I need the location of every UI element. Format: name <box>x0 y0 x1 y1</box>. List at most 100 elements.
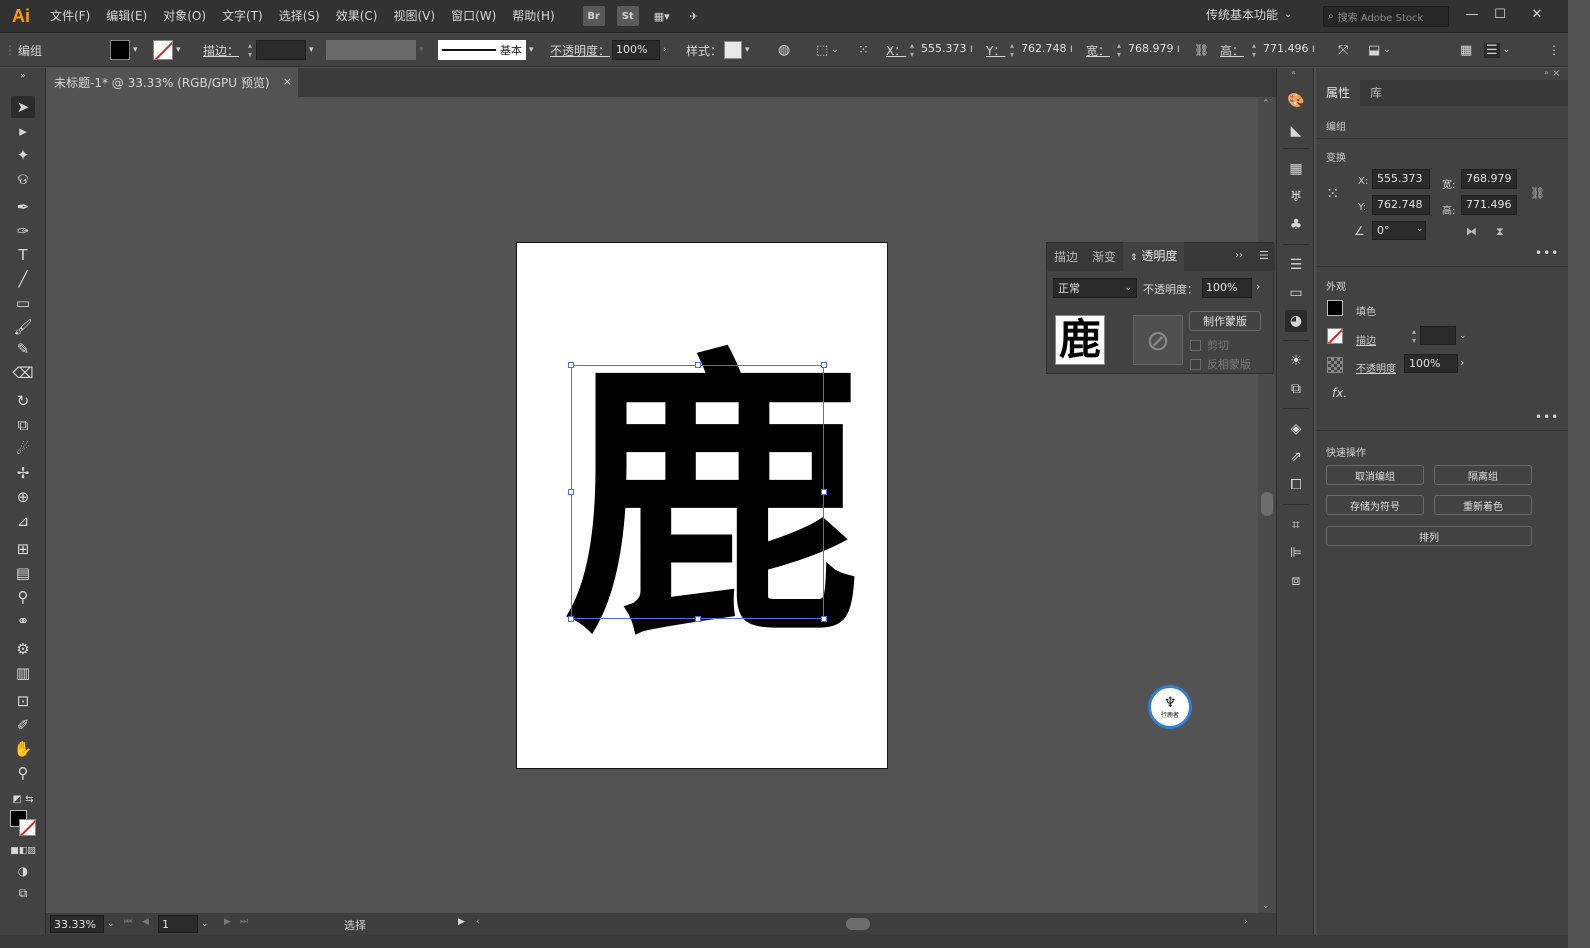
line-tool-icon[interactable]: ╱ <box>11 268 35 290</box>
column-graph-tool-icon[interactable]: ▥ <box>11 662 35 684</box>
zoom-tool-icon[interactable]: ⚲ <box>11 762 35 784</box>
fill-color-swatch[interactable]: ▾ <box>110 40 138 60</box>
fill-swatch[interactable] <box>1327 300 1343 316</box>
control-bar-grip-icon[interactable]: ⋮ <box>4 40 16 60</box>
maximize-button[interactable]: ☐ <box>1488 4 1512 24</box>
minimize-button[interactable]: — <box>1460 4 1484 24</box>
screen-mode-icon[interactable]: ⧉ <box>11 882 35 904</box>
menu-type[interactable]: 文字(T) <box>214 0 271 33</box>
transform-more-options-icon[interactable]: ••• <box>1535 246 1559 260</box>
curvature-tool-icon[interactable]: ✑ <box>11 220 35 242</box>
canvas-area[interactable]: 鹿 ♆ 行鹿者 <box>46 97 1258 913</box>
stroke-swatch[interactable] <box>1327 328 1343 344</box>
bridge-button[interactable]: Br <box>582 6 605 26</box>
constrain-width-height-icon[interactable]: ⛓ <box>1530 186 1545 200</box>
resize-handle-bottom-left[interactable] <box>568 616 574 622</box>
status-menu-icon[interactable]: ▶ <box>458 917 465 927</box>
resize-handle-top-left[interactable] <box>568 362 574 368</box>
symbols-panel-icon[interactable]: ♣ <box>1285 214 1307 236</box>
tab-gradient[interactable]: 渐变 <box>1085 243 1123 271</box>
stroke-label[interactable]: 描边： <box>203 40 239 60</box>
collapse-dock-icon[interactable]: « <box>1291 68 1296 77</box>
flip-vertical-icon[interactable]: ⧗ <box>1496 225 1504 239</box>
menu-effect[interactable]: 效果(C) <box>328 0 386 33</box>
panel-options-menu-icon[interactable]: ☰ <box>1259 249 1269 262</box>
w-input[interactable]: ▴ ▾ 768.979 I <box>1113 40 1180 60</box>
mesh-tool-icon[interactable]: ⊞ <box>11 538 35 560</box>
tab-libraries[interactable]: 库 <box>1360 80 1392 106</box>
transparency-panel-icon[interactable]: ◕ <box>1285 310 1307 332</box>
color-guide-icon[interactable]: ◣ <box>1285 120 1307 142</box>
recolor-artwork-icon[interactable]: ◍ <box>778 40 790 60</box>
layers-panel-icon[interactable]: ◈ <box>1285 418 1307 440</box>
invert-mask-checkbox[interactable]: 反相蒙版 <box>1190 356 1251 372</box>
resize-handle-bottom-right[interactable] <box>821 616 827 622</box>
isolate-icon[interactable]: ⬓ ⌄ <box>1368 40 1391 60</box>
scroll-left-icon[interactable]: ‹ <box>476 917 480 927</box>
paintbrush-tool-icon[interactable]: 🖌 <box>11 316 35 338</box>
y-input[interactable]: ▴ ▾ 762.748 I <box>1006 40 1073 60</box>
rectangle-tool-icon[interactable]: ▭ <box>11 292 35 314</box>
tp-opacity-input[interactable]: 100% <box>1202 278 1252 298</box>
slice-tool-icon[interactable]: ✐ <box>11 714 35 736</box>
appearance-panel-icon[interactable]: ☀ <box>1285 350 1307 372</box>
artboards-panel-icon[interactable]: ⧠ <box>1285 474 1307 496</box>
default-fill-stroke-icon[interactable]: ◩ ⇆ <box>11 788 35 810</box>
type-tool-icon[interactable]: T <box>11 244 35 266</box>
menu-help[interactable]: 帮助(H) <box>504 0 562 33</box>
scale-tool-icon[interactable]: ⧉ <box>11 414 35 436</box>
direct-selection-tool-icon[interactable]: ▸ <box>11 120 35 142</box>
first-artboard-icon[interactable]: ⏮ <box>124 917 132 927</box>
drawing-mode-icon[interactable]: ◑ <box>11 860 35 882</box>
selection-bounding-box[interactable] <box>568 362 827 622</box>
menu-view[interactable]: 视图(V) <box>385 0 443 33</box>
transform-icon[interactable]: ⤧ <box>1338 40 1348 60</box>
document-tab[interactable]: 未标题-1* @ 33.33% (RGB/GPU 预览) × <box>46 68 298 97</box>
perspective-grid-tool-icon[interactable]: ⊿ <box>11 510 35 532</box>
resize-handle-right[interactable] <box>821 489 827 495</box>
tab-transparency[interactable]: ⇕ 透明度 <box>1123 242 1185 272</box>
close-panel-icon[interactable]: × <box>1552 68 1560 79</box>
rotate-tool-icon[interactable]: ↻ <box>11 390 35 412</box>
stroke-color-swatch[interactable]: ▾ <box>153 40 181 60</box>
color-panel-icon[interactable]: 🎨 <box>1285 90 1307 112</box>
stock-search-input[interactable]: ⌕ 搜索 Adobe Stock <box>1323 6 1449 27</box>
stroke-weight-stepper[interactable]: ▴ ▾ ▾ <box>244 40 314 60</box>
arrange-button[interactable]: 排列 <box>1326 526 1532 546</box>
tp-opacity-expand-icon[interactable]: › <box>1256 280 1260 293</box>
props-opacity-label[interactable]: 不透明度 <box>1356 360 1396 375</box>
pen-tool-icon[interactable]: ✒ <box>11 196 35 218</box>
x-input[interactable]: ▴ ▾ 555.373 I <box>906 40 973 60</box>
eyedropper-tool-icon[interactable]: ⚲ <box>11 586 35 608</box>
chevron-down-icon[interactable]: ⌄ <box>1416 224 1424 234</box>
align-panel-icon[interactable]: ⊫ <box>1285 542 1307 564</box>
menu-file[interactable]: 文件(F) <box>42 0 98 33</box>
tab-stroke[interactable]: 描边 <box>1047 243 1085 271</box>
close-tab-icon[interactable]: × <box>283 75 292 88</box>
stroke-indicator[interactable] <box>19 819 36 836</box>
shape-builder-tool-icon[interactable]: ⊕ <box>11 486 35 508</box>
menu-edit[interactable]: 编辑(E) <box>98 0 155 33</box>
isolate-group-button[interactable]: 隔离组 <box>1434 465 1532 485</box>
scroll-down-icon[interactable]: ⌄ <box>1262 901 1270 911</box>
opacity-label[interactable]: 不透明度： <box>550 40 610 60</box>
opacity-expand-icon[interactable]: › <box>1460 356 1464 369</box>
more-options-icon[interactable]: ⋮ <box>1548 40 1560 60</box>
collapse-panel-icon[interactable]: » <box>1544 68 1549 77</box>
artboard-tool-icon[interactable]: ⊡ <box>11 690 35 712</box>
reference-point-grid-icon[interactable]: ⁙ <box>1326 184 1339 203</box>
opacity-input[interactable]: 100% › <box>612 40 667 60</box>
panel-menu-icon[interactable]: ☰ ⌄ <box>1484 40 1510 60</box>
swatches-panel-icon[interactable]: ▦ <box>1285 158 1307 180</box>
stock-button[interactable]: St <box>616 6 639 26</box>
props-h-input[interactable]: 771.496 <box>1461 195 1517 215</box>
workspace-switcher[interactable]: 传统基本功能 ⌄ <box>1206 6 1292 23</box>
selection-tool-icon[interactable]: ➤ <box>11 96 35 118</box>
menu-select[interactable]: 选择(S) <box>271 0 328 33</box>
pathfinder-panel-icon[interactable]: ⧈ <box>1285 570 1307 592</box>
props-x-input[interactable]: 555.373 <box>1372 169 1430 189</box>
arrange-documents-icon[interactable]: ▦▾ <box>651 6 673 26</box>
collapse-tools-icon[interactable]: » <box>11 70 35 80</box>
flip-horizontal-icon[interactable]: ⧓ <box>1466 225 1477 238</box>
previous-artboard-icon[interactable]: ◀ <box>142 917 149 927</box>
